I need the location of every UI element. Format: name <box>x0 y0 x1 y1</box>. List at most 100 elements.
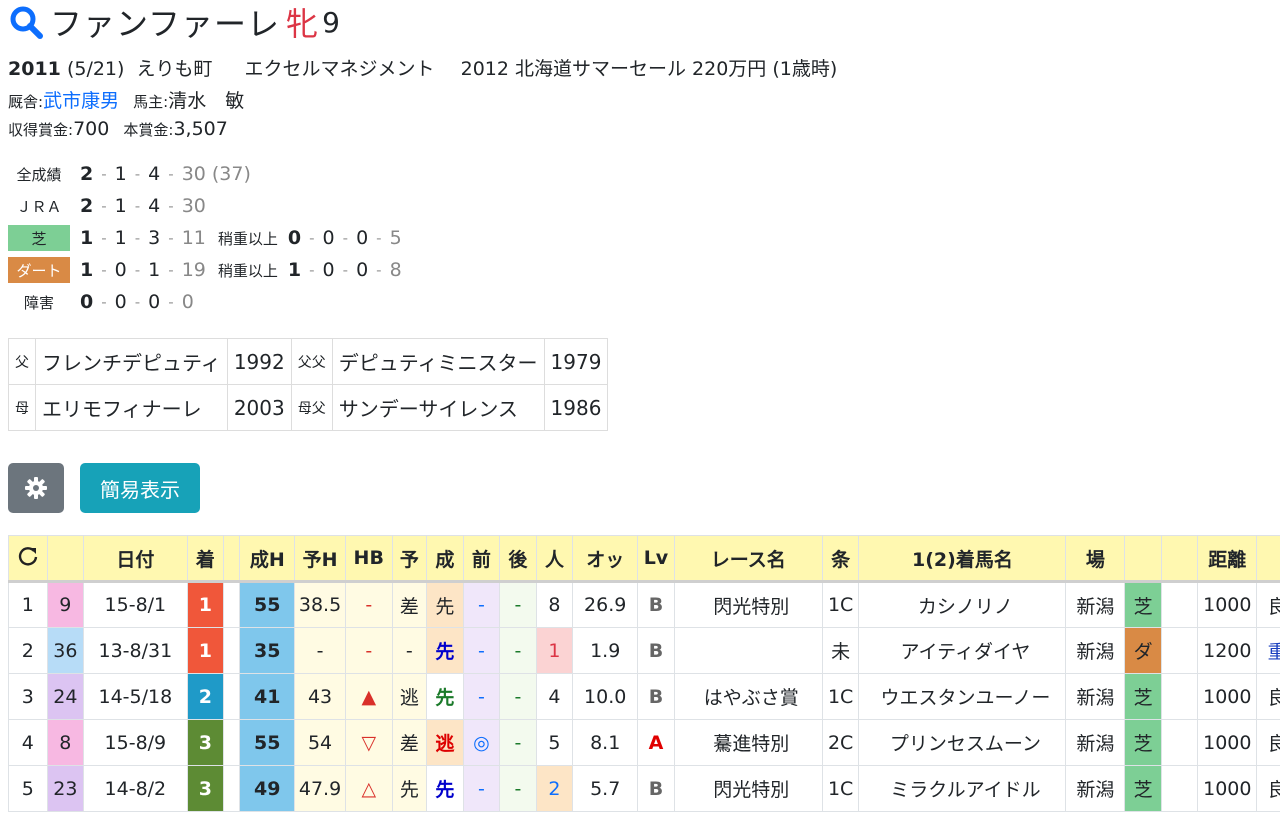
sire-sire-name[interactable]: デピュティミニスター <box>331 338 545 385</box>
trainer-link[interactable]: 武市康男 <box>43 90 119 112</box>
col-header[interactable] <box>46 535 85 583</box>
heavy-wins: 1 <box>287 259 302 281</box>
search-icon[interactable] <box>8 4 44 40</box>
col-header-winner[interactable]: 1(2)着馬名 <box>858 535 1067 583</box>
race-date[interactable]: 13-8/31 <box>83 627 188 674</box>
col-header[interactable] <box>223 535 241 583</box>
refresh-icon[interactable] <box>17 545 39 567</box>
col-header-popularity[interactable]: 人 <box>535 535 574 583</box>
race-date[interactable]: 15-8/9 <box>83 719 188 766</box>
col-header-lv[interactable]: Lv <box>637 535 675 583</box>
record-jump: 障害 0- 0- 0- 0 <box>8 286 402 318</box>
col-header-mae[interactable]: 前 <box>462 535 501 583</box>
col-header-rank[interactable]: 着 <box>186 535 225 583</box>
race-name[interactable]: 閃光特別 <box>673 765 823 812</box>
winner-name[interactable]: カシノリノ <box>858 581 1067 628</box>
going: 良 <box>1256 673 1280 720</box>
table-row[interactable]: 2 36 13-8/31 1 35 - - - 先 - - 1 1.9 B 未 … <box>8 627 1280 674</box>
dam-name[interactable]: エリモフィナーレ <box>35 384 228 431</box>
mae: ◎ <box>462 719 501 766</box>
race-date[interactable]: 14-8/2 <box>83 765 188 812</box>
col-header[interactable] <box>1160 535 1199 583</box>
earnings: 収得賞金:700 本賞金:3,507 <box>8 118 228 140</box>
birth-year: 2011 <box>8 58 61 80</box>
connections: 厩舎:武市康男 馬主:清水 敏 <box>8 86 244 113</box>
col-header-seih[interactable]: 成H <box>239 535 296 583</box>
finish-rank: 2 <box>186 673 225 720</box>
seconds: 1 <box>114 227 127 249</box>
race-name[interactable]: 閃光特別 <box>673 581 823 628</box>
seconds: 0 <box>114 259 127 281</box>
dam-sire-name[interactable]: サンデーサイレンス <box>331 384 545 431</box>
prize-value: 3,507 <box>173 118 228 140</box>
race-name[interactable]: はやぶさ賞 <box>673 673 823 720</box>
dam-label: 母 <box>8 384 36 431</box>
race-date[interactable]: 14-5/18 <box>83 673 188 720</box>
mae: - <box>462 765 501 812</box>
wins: 0 <box>80 291 94 313</box>
col-header-yoh[interactable]: 予H <box>294 535 346 583</box>
sei: 先 <box>426 673 464 720</box>
refresh-header[interactable] <box>8 535 48 583</box>
winner-name[interactable]: プリンセスムーン <box>858 719 1067 766</box>
race-name[interactable]: 驀進特別 <box>673 719 823 766</box>
wins: 1 <box>80 259 94 281</box>
spacer-cell <box>223 765 241 812</box>
sei: 先 <box>426 765 464 812</box>
winner-name[interactable]: ウエスタンユーノー <box>858 673 1067 720</box>
surface: ダ <box>1124 627 1162 674</box>
distance: 1000 <box>1197 719 1258 766</box>
col-header-track[interactable]: 場 <box>1065 535 1126 583</box>
col-header-condition[interactable]: 条 <box>821 535 860 583</box>
col-header-race-name[interactable]: レース名 <box>673 535 823 583</box>
yoh: 54 <box>294 719 346 766</box>
distance: 1000 <box>1197 673 1258 720</box>
col-header-sei[interactable]: 成 <box>426 535 464 583</box>
condition: 1C <box>821 765 860 812</box>
col-header-odds[interactable]: オッ <box>572 535 639 583</box>
col-header[interactable] <box>1256 535 1280 583</box>
table-row[interactable]: 1 9 15-8/1 1 55 38.5 - 差 先 - - 8 26.9 B … <box>8 581 1280 628</box>
heavy-going-label: 稍重以上 <box>217 229 278 248</box>
seih: 49 <box>239 765 296 812</box>
mae: - <box>462 673 501 720</box>
table-row[interactable]: 5 23 14-8/2 3 49 47.9 △ 先 先 - - 2 5.7 B … <box>8 765 1280 812</box>
col-header[interactable] <box>1124 535 1162 583</box>
going: 良 <box>1256 581 1280 628</box>
wins: 2 <box>80 163 94 185</box>
seih: 35 <box>239 627 296 674</box>
col-header-distance[interactable]: 距離 <box>1197 535 1258 583</box>
col-header-hb[interactable]: HB <box>344 535 393 583</box>
spacer-cell <box>1160 627 1199 674</box>
heavy-wins: 0 <box>287 227 302 249</box>
col-header-date[interactable]: 日付 <box>83 535 188 583</box>
owner-name: 清水 敏 <box>168 90 245 112</box>
ato: - <box>499 765 537 812</box>
table-row[interactable]: 3 24 14-5/18 2 41 43 ▲ 逃 先 - - 4 10.0 B … <box>8 673 1280 720</box>
distance: 1200 <box>1197 627 1258 674</box>
row-no: 4 <box>8 719 48 766</box>
row-no: 5 <box>8 765 48 812</box>
dam-sire-year: 1986 <box>543 384 609 431</box>
sire-name[interactable]: フレンチデピュティ <box>35 338 228 385</box>
col-header-ato[interactable]: 後 <box>499 535 537 583</box>
winner-name[interactable]: アイティダイヤ <box>858 627 1067 674</box>
trainer-label: 厩舎: <box>8 93 44 111</box>
track: 新潟 <box>1065 673 1126 720</box>
row-no: 2 <box>8 627 48 674</box>
birth-date: (5/21) <box>66 58 125 80</box>
settings-button[interactable] <box>8 463 64 513</box>
race-date[interactable]: 15-8/1 <box>83 581 188 628</box>
record-label: 芝 <box>8 225 70 251</box>
sale-info: 2012 北海道サマーセール 220万円 (1歳時) <box>460 58 838 80</box>
race-name[interactable] <box>673 627 823 674</box>
table-row[interactable]: 4 8 15-8/9 3 55 54 ▽ 差 逃 ◎ - 5 8.1 A 驀進特… <box>8 719 1280 766</box>
owner-label: 馬主: <box>133 93 169 111</box>
yo: 先 <box>391 765 428 812</box>
col-header-yo[interactable]: 予 <box>391 535 428 583</box>
ato: - <box>499 581 537 628</box>
finish-rank: 3 <box>186 765 225 812</box>
simple-view-button[interactable]: 簡易表示 <box>80 463 200 513</box>
winner-name[interactable]: ミラクルアイドル <box>858 765 1067 812</box>
waku: 36 <box>46 627 85 674</box>
